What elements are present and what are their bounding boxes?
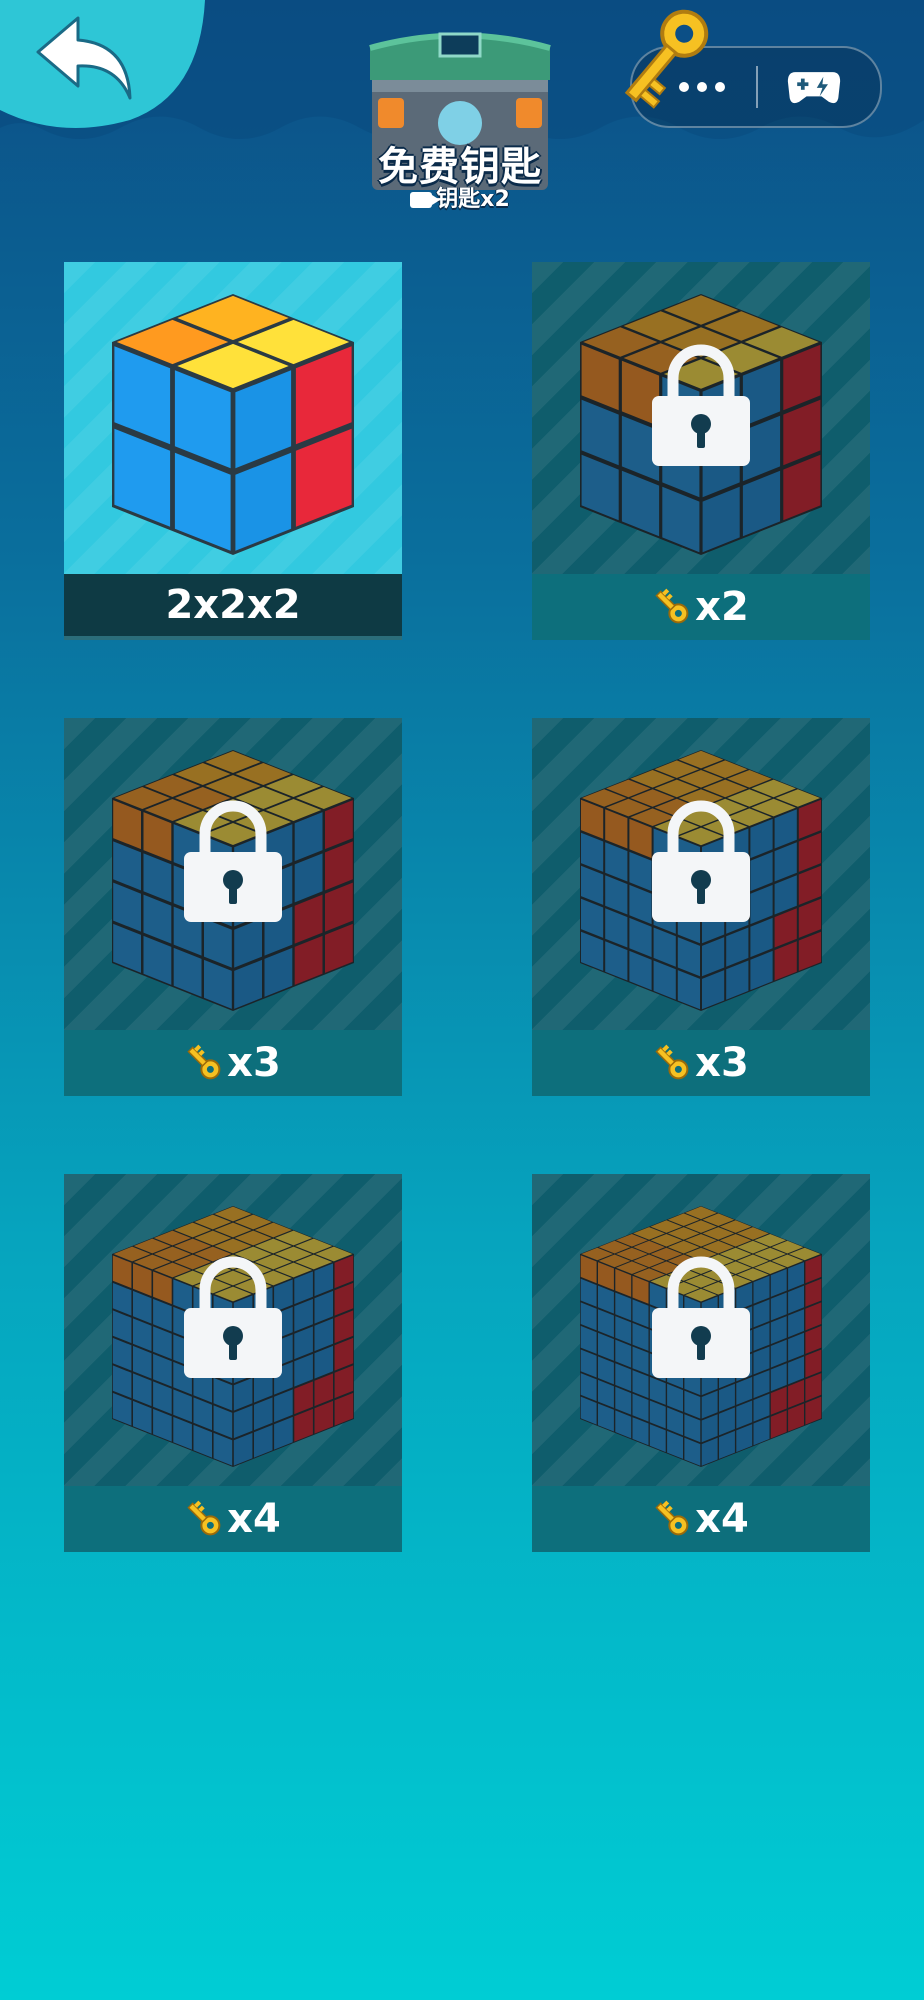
back-button[interactable] bbox=[30, 10, 140, 105]
cube-card-locked[interactable]: x4 bbox=[64, 1174, 402, 1552]
cube-image bbox=[64, 1174, 402, 1486]
key-cost-label: x4 bbox=[227, 1496, 281, 1542]
game-button[interactable] bbox=[764, 48, 864, 126]
cube-card-selected[interactable]: 2x2x2 bbox=[64, 262, 402, 640]
chest-subtitle: 钥匙x2 bbox=[380, 181, 540, 213]
unlock-cost: x3 bbox=[532, 1030, 870, 1096]
cube-card-locked[interactable]: x2 bbox=[532, 262, 870, 640]
cube-image bbox=[532, 718, 870, 1030]
capsule-divider bbox=[756, 66, 758, 108]
back-arrow-icon bbox=[36, 16, 132, 100]
key-icon bbox=[655, 588, 689, 624]
key-icon bbox=[187, 1044, 221, 1080]
cube-image bbox=[532, 262, 870, 574]
lock-icon bbox=[652, 1256, 750, 1378]
gamepad-icon bbox=[787, 72, 841, 104]
cube-illustration bbox=[112, 294, 354, 555]
key-cost-label: x3 bbox=[227, 1040, 281, 1086]
key-icon bbox=[655, 1044, 689, 1080]
unlock-cost: x4 bbox=[64, 1486, 402, 1552]
cube-card-locked[interactable]: x4 bbox=[532, 1174, 870, 1552]
cube-label: 2x2x2 bbox=[165, 582, 301, 628]
lock-icon bbox=[184, 1256, 282, 1378]
unlock-cost: x2 bbox=[532, 574, 870, 640]
key-icon bbox=[187, 1500, 221, 1536]
unlock-cost: x4 bbox=[532, 1486, 870, 1552]
key-cost-label: x4 bbox=[695, 1496, 749, 1542]
key-cost-label: x3 bbox=[695, 1040, 749, 1086]
lock-icon bbox=[652, 344, 750, 466]
unlock-cost: x3 bbox=[64, 1030, 402, 1096]
cube-card-locked[interactable]: x3 bbox=[532, 718, 870, 1096]
video-camera-icon bbox=[410, 192, 441, 208]
lock-icon bbox=[652, 800, 750, 922]
cube-card-locked[interactable]: x3 bbox=[64, 718, 402, 1096]
chest-subtitle-text: 钥匙x2 bbox=[436, 187, 510, 212]
cube-image bbox=[64, 262, 402, 574]
key-icon bbox=[655, 1500, 689, 1536]
cube-image bbox=[532, 1174, 870, 1486]
key-icon bbox=[624, 9, 709, 109]
lock-icon bbox=[184, 800, 282, 922]
cube-name: 2x2x2 bbox=[64, 574, 402, 640]
cube-image bbox=[64, 718, 402, 1030]
key-cost-label: x2 bbox=[695, 584, 749, 630]
